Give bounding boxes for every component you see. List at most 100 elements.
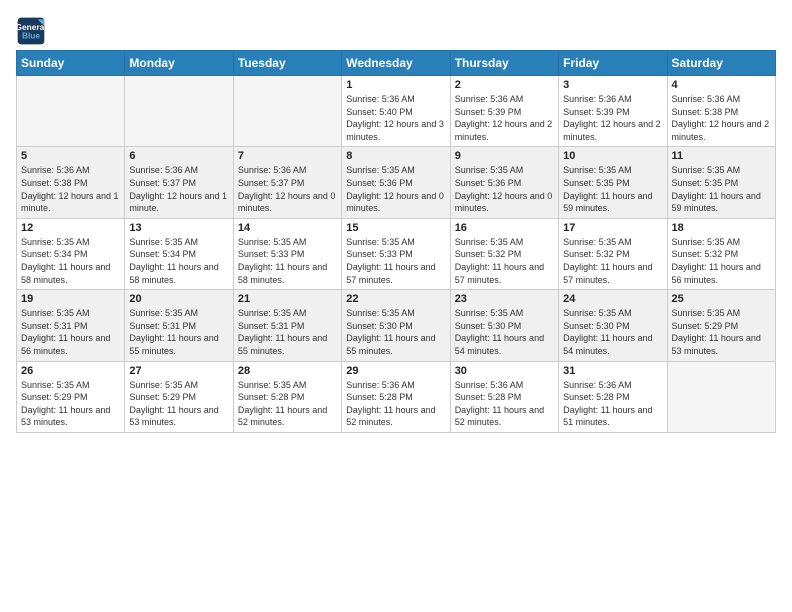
logo: General Blue <box>16 16 46 46</box>
day-number: 6 <box>129 150 228 162</box>
day-info: Sunrise: 5:35 AM Sunset: 5:31 PM Dayligh… <box>238 307 337 357</box>
calendar-cell: 3Sunrise: 5:36 AM Sunset: 5:39 PM Daylig… <box>559 76 667 147</box>
day-number: 5 <box>21 150 120 162</box>
day-number: 23 <box>455 293 554 305</box>
calendar-cell: 30 Sunrise: 5:36 AM Sunset: 5:28 PM Dayli… <box>450 361 558 432</box>
day-number: 17 <box>563 222 662 234</box>
calendar-cell: 13 Sunrise: 5:35 AM Sunset: 5:34 PM Dayli… <box>125 218 233 289</box>
day-info: Sunrise: 5:35 AM Sunset: 5:36 PM Dayligh… <box>455 164 554 214</box>
calendar-header: SundayMondayTuesdayWednesdayThursdayFrid… <box>17 51 776 76</box>
weekday-header: Tuesday <box>233 51 341 76</box>
calendar-cell: 20 Sunrise: 5:35 AM Sunset: 5:31 PM Dayli… <box>125 290 233 361</box>
weekday-header: Thursday <box>450 51 558 76</box>
day-info: Sunrise: 5:36 AM Sunset: 5:37 PM Dayligh… <box>238 164 337 214</box>
logo-icon: General Blue <box>16 16 46 46</box>
calendar-cell: 18 Sunrise: 5:35 AM Sunset: 5:32 PM Dayli… <box>667 218 775 289</box>
calendar-cell: 7 Sunrise: 5:36 AM Sunset: 5:37 PM Daylig… <box>233 147 341 218</box>
weekday-header: Wednesday <box>342 51 450 76</box>
day-info: Sunrise: 5:35 AM Sunset: 5:34 PM Dayligh… <box>21 236 120 286</box>
calendar-cell: 22 Sunrise: 5:35 AM Sunset: 5:30 PM Dayli… <box>342 290 450 361</box>
calendar-cell: 21 Sunrise: 5:35 AM Sunset: 5:31 PM Dayli… <box>233 290 341 361</box>
calendar-cell: 11Sunrise: 5:35 AM Sunset: 5:35 PM Dayli… <box>667 147 775 218</box>
calendar-row: 12 Sunrise: 5:35 AM Sunset: 5:34 PM Dayli… <box>17 218 776 289</box>
day-number: 21 <box>238 293 337 305</box>
day-info: Sunrise: 5:35 AM Sunset: 5:32 PM Dayligh… <box>672 236 771 286</box>
calendar-cell: 12 Sunrise: 5:35 AM Sunset: 5:34 PM Dayli… <box>17 218 125 289</box>
day-number: 10 <box>563 150 662 162</box>
day-info: Sunrise: 5:35 AM Sunset: 5:28 PM Dayligh… <box>238 379 337 429</box>
calendar-cell: 15 Sunrise: 5:35 AM Sunset: 5:33 PM Dayli… <box>342 218 450 289</box>
day-info: Sunrise: 5:35 AM Sunset: 5:32 PM Dayligh… <box>563 236 662 286</box>
calendar-cell: 31 Sunrise: 5:36 AM Sunset: 5:28 PM Dayli… <box>559 361 667 432</box>
day-info: Sunrise: 5:35 AM Sunset: 5:36 PM Dayligh… <box>346 164 445 214</box>
calendar-row: 1Sunrise: 5:36 AM Sunset: 5:40 PM Daylig… <box>17 76 776 147</box>
day-info: Sunrise: 5:35 AM Sunset: 5:30 PM Dayligh… <box>455 307 554 357</box>
day-info: Sunrise: 5:35 AM Sunset: 5:33 PM Dayligh… <box>346 236 445 286</box>
day-number: 24 <box>563 293 662 305</box>
calendar-cell: 6 Sunrise: 5:36 AM Sunset: 5:37 PM Daylig… <box>125 147 233 218</box>
day-number: 7 <box>238 150 337 162</box>
day-number: 25 <box>672 293 771 305</box>
weekday-header: Saturday <box>667 51 775 76</box>
calendar-cell: 16 Sunrise: 5:35 AM Sunset: 5:32 PM Dayli… <box>450 218 558 289</box>
svg-text:Blue: Blue <box>22 31 40 41</box>
calendar-cell: 27Sunrise: 5:35 AM Sunset: 5:29 PM Dayli… <box>125 361 233 432</box>
day-info: Sunrise: 5:36 AM Sunset: 5:28 PM Dayligh… <box>563 379 662 429</box>
day-number: 15 <box>346 222 445 234</box>
calendar-body: 1Sunrise: 5:36 AM Sunset: 5:40 PM Daylig… <box>17 76 776 433</box>
calendar-cell: 9 Sunrise: 5:35 AM Sunset: 5:36 PM Daylig… <box>450 147 558 218</box>
day-number: 12 <box>21 222 120 234</box>
day-info: Sunrise: 5:36 AM Sunset: 5:38 PM Dayligh… <box>672 93 771 143</box>
day-info: Sunrise: 5:35 AM Sunset: 5:31 PM Dayligh… <box>129 307 228 357</box>
calendar-cell: 17 Sunrise: 5:35 AM Sunset: 5:32 PM Dayli… <box>559 218 667 289</box>
day-number: 1 <box>346 79 445 91</box>
calendar-table: SundayMondayTuesdayWednesdayThursdayFrid… <box>16 50 776 433</box>
day-number: 14 <box>238 222 337 234</box>
day-number: 31 <box>563 365 662 377</box>
day-number: 16 <box>455 222 554 234</box>
calendar-cell: 29Sunrise: 5:36 AM Sunset: 5:28 PM Dayli… <box>342 361 450 432</box>
day-number: 28 <box>238 365 337 377</box>
day-info: Sunrise: 5:35 AM Sunset: 5:31 PM Dayligh… <box>21 307 120 357</box>
day-info: Sunrise: 5:36 AM Sunset: 5:39 PM Dayligh… <box>563 93 662 143</box>
day-info: Sunrise: 5:35 AM Sunset: 5:34 PM Dayligh… <box>129 236 228 286</box>
day-number: 26 <box>21 365 120 377</box>
weekday-header: Monday <box>125 51 233 76</box>
day-info: Sunrise: 5:35 AM Sunset: 5:30 PM Dayligh… <box>346 307 445 357</box>
day-number: 18 <box>672 222 771 234</box>
day-number: 30 <box>455 365 554 377</box>
day-number: 4 <box>672 79 771 91</box>
day-number: 20 <box>129 293 228 305</box>
calendar-cell: 4 Sunrise: 5:36 AM Sunset: 5:38 PM Daylig… <box>667 76 775 147</box>
page-header: General Blue <box>16 16 776 46</box>
calendar-cell: 2Sunrise: 5:36 AM Sunset: 5:39 PM Daylig… <box>450 76 558 147</box>
day-number: 22 <box>346 293 445 305</box>
day-info: Sunrise: 5:36 AM Sunset: 5:37 PM Dayligh… <box>129 164 228 214</box>
calendar-cell <box>667 361 775 432</box>
day-info: Sunrise: 5:35 AM Sunset: 5:33 PM Dayligh… <box>238 236 337 286</box>
day-number: 8 <box>346 150 445 162</box>
calendar-cell: 8 Sunrise: 5:35 AM Sunset: 5:36 PM Daylig… <box>342 147 450 218</box>
day-info: Sunrise: 5:36 AM Sunset: 5:28 PM Dayligh… <box>346 379 445 429</box>
day-info: Sunrise: 5:36 AM Sunset: 5:28 PM Dayligh… <box>455 379 554 429</box>
day-number: 9 <box>455 150 554 162</box>
day-info: Sunrise: 5:35 AM Sunset: 5:35 PM Dayligh… <box>672 164 771 214</box>
day-info: Sunrise: 5:35 AM Sunset: 5:29 PM Dayligh… <box>129 379 228 429</box>
day-info: Sunrise: 5:35 AM Sunset: 5:29 PM Dayligh… <box>672 307 771 357</box>
calendar-cell: 1Sunrise: 5:36 AM Sunset: 5:40 PM Daylig… <box>342 76 450 147</box>
weekday-header: Sunday <box>17 51 125 76</box>
weekday-row: SundayMondayTuesdayWednesdayThursdayFrid… <box>17 51 776 76</box>
weekday-header: Friday <box>559 51 667 76</box>
calendar-row: 5Sunrise: 5:36 AM Sunset: 5:38 PM Daylig… <box>17 147 776 218</box>
calendar-cell: 19Sunrise: 5:35 AM Sunset: 5:31 PM Dayli… <box>17 290 125 361</box>
day-info: Sunrise: 5:35 AM Sunset: 5:30 PM Dayligh… <box>563 307 662 357</box>
day-info: Sunrise: 5:35 AM Sunset: 5:35 PM Dayligh… <box>563 164 662 214</box>
calendar-cell <box>125 76 233 147</box>
day-info: Sunrise: 5:36 AM Sunset: 5:39 PM Dayligh… <box>455 93 554 143</box>
day-number: 13 <box>129 222 228 234</box>
calendar-cell <box>17 76 125 147</box>
calendar-row: 26 Sunrise: 5:35 AM Sunset: 5:29 PM Dayli… <box>17 361 776 432</box>
calendar-cell: 28 Sunrise: 5:35 AM Sunset: 5:28 PM Dayli… <box>233 361 341 432</box>
day-info: Sunrise: 5:35 AM Sunset: 5:32 PM Dayligh… <box>455 236 554 286</box>
calendar-cell: 24 Sunrise: 5:35 AM Sunset: 5:30 PM Dayli… <box>559 290 667 361</box>
